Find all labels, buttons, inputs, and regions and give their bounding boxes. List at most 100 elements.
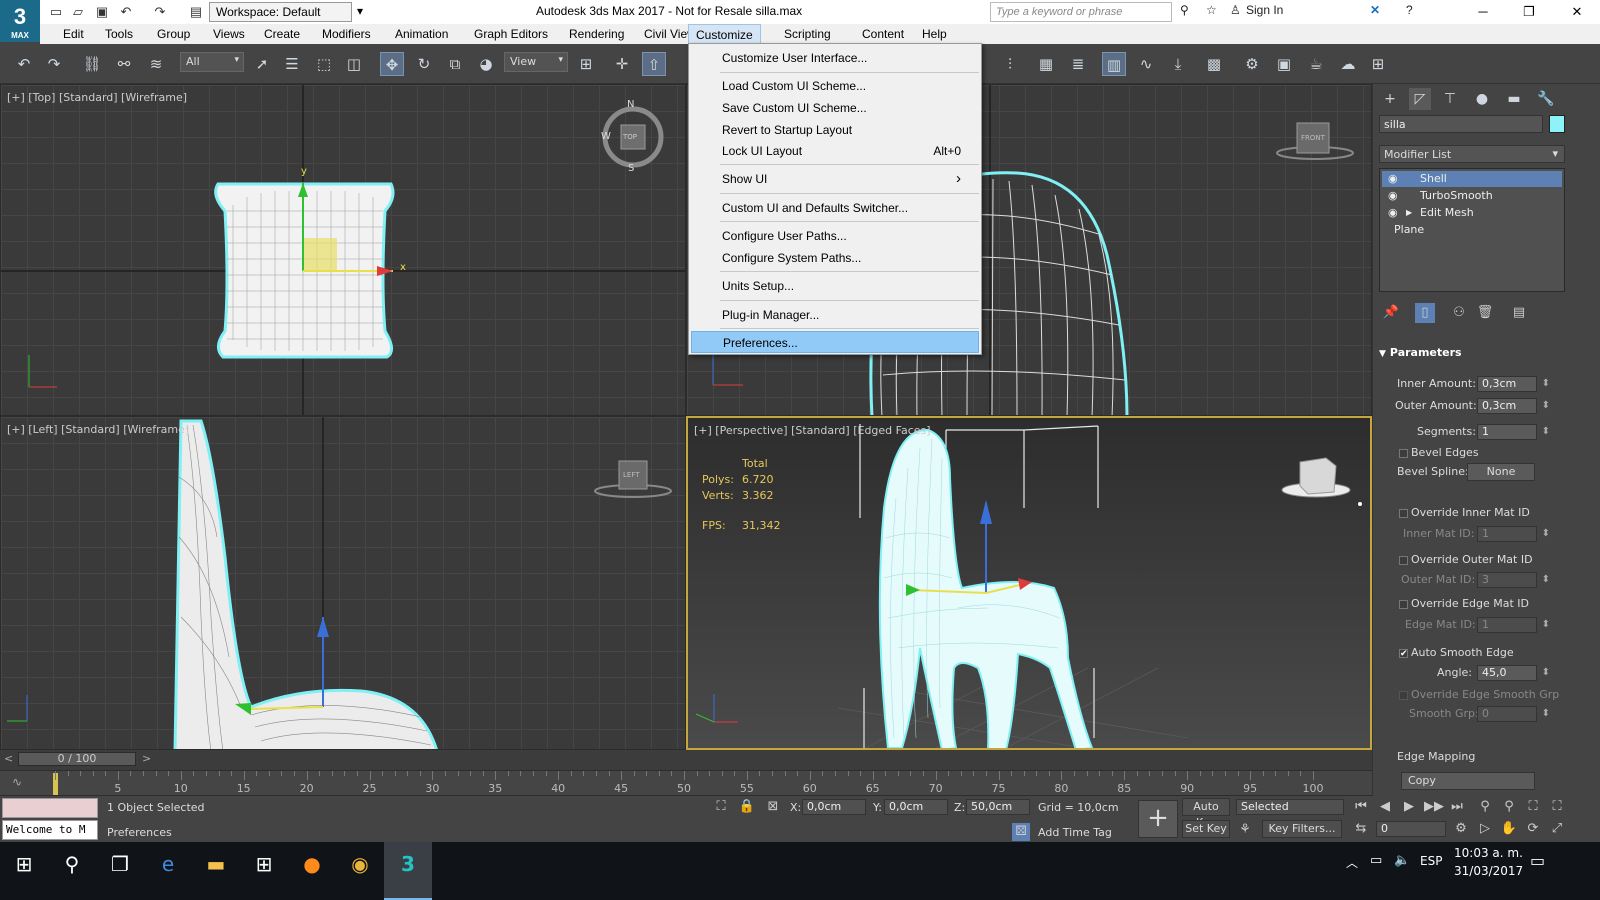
keyboard-shortcut-override-icon[interactable]: ⇧ bbox=[642, 52, 666, 76]
current-frame-field[interactable]: 0 bbox=[1376, 821, 1446, 837]
bind-space-warp-icon[interactable]: ≋ bbox=[144, 52, 168, 76]
curve-editor-icon[interactable]: ∿ bbox=[1134, 52, 1158, 76]
redo-icon[interactable]: ↷ bbox=[42, 52, 66, 76]
menu-customize[interactable]: Customize bbox=[688, 24, 761, 44]
rect-selection-icon[interactable]: ⬚ bbox=[312, 52, 336, 76]
menu-configure-user-paths[interactable]: Configure User Paths... bbox=[691, 225, 979, 247]
undo-icon[interactable]: ↶ bbox=[118, 4, 134, 20]
pan-icon[interactable]: ✋ bbox=[1500, 820, 1518, 838]
scale-icon[interactable]: ⧉ bbox=[443, 52, 467, 76]
key-filters-button[interactable]: Key Filters... bbox=[1262, 820, 1342, 838]
remove-modifier-icon[interactable]: 🗑 bbox=[1475, 303, 1495, 323]
zoom-extents-all-icon[interactable]: ⛶ bbox=[1548, 798, 1566, 816]
edge-browser-icon[interactable]: e bbox=[144, 842, 192, 900]
maximize-button[interactable]: ❐ bbox=[1506, 0, 1552, 24]
bevel-edges-checkbox[interactable] bbox=[1399, 449, 1408, 458]
render-frame-icon[interactable]: ▣ bbox=[1272, 52, 1296, 76]
viewport-top[interactable]: [+] [Top] [Standard] [Wireframe] x y N W… bbox=[0, 84, 686, 416]
previous-frame-icon[interactable]: ◀ bbox=[1376, 798, 1394, 816]
open-file-icon[interactable]: ▱ bbox=[70, 4, 86, 20]
render-online-icon[interactable]: ☁ bbox=[1336, 52, 1360, 76]
set-key-button[interactable]: Set Key bbox=[1182, 820, 1230, 838]
firefox-icon[interactable]: ● bbox=[288, 842, 336, 900]
menu-create[interactable]: Create bbox=[257, 24, 307, 44]
scene-explorer-icon[interactable]: ▦ bbox=[1034, 52, 1058, 76]
lock-selection-icon[interactable]: 🔒 bbox=[738, 798, 756, 816]
menu-customize-user-interface[interactable]: Customize User Interface... bbox=[691, 47, 979, 69]
move-icon[interactable]: ✥ bbox=[380, 52, 404, 76]
layer-explorer-icon[interactable]: ≣ bbox=[1066, 52, 1090, 76]
link-icon[interactable]: ⛓ bbox=[80, 52, 104, 76]
save-icon[interactable]: ▣ bbox=[94, 4, 110, 20]
menu-edit[interactable]: Edit bbox=[56, 24, 91, 44]
workspace-dropdown[interactable]: Workspace: Default bbox=[209, 2, 363, 22]
place-icon[interactable]: ◕ bbox=[474, 52, 498, 76]
menu-animation[interactable]: Animation bbox=[388, 24, 455, 44]
time-prev-icon[interactable]: < bbox=[4, 752, 13, 765]
absolute-mode-icon[interactable]: ⊠ bbox=[764, 798, 782, 816]
select-manipulate-icon[interactable]: ✛ bbox=[610, 52, 634, 76]
menu-tools[interactable]: Tools bbox=[98, 24, 140, 44]
stack-item-edit-mesh[interactable]: ◉ ▶ Edit Mesh bbox=[1382, 205, 1562, 221]
viewport-label[interactable]: [+] [Perspective] [Standard] [Edged Face… bbox=[694, 424, 931, 437]
chrome-icon[interactable]: ◉ bbox=[336, 842, 384, 900]
volume-icon[interactable]: 🔈 bbox=[1394, 853, 1410, 868]
bevel-spline-button[interactable]: None bbox=[1467, 463, 1535, 481]
go-to-start-icon[interactable]: ⏮ bbox=[1352, 798, 1370, 816]
render-production-icon[interactable]: ☕ bbox=[1304, 52, 1328, 76]
stack-item-turbosmooth[interactable]: ◉ TurboSmooth bbox=[1382, 188, 1562, 204]
pin-stack-icon[interactable]: 📌 bbox=[1381, 303, 1401, 323]
utilities-tab-icon[interactable]: 🔧 bbox=[1535, 88, 1557, 110]
angle-spinner[interactable]: 45,0 bbox=[1477, 665, 1550, 681]
select-by-name-icon[interactable]: ☰ bbox=[280, 52, 304, 76]
viewcube-left[interactable]: LEFT bbox=[623, 471, 640, 479]
play-icon[interactable]: ▶ bbox=[1400, 798, 1418, 816]
segments-spinner[interactable]: 1 bbox=[1477, 424, 1550, 440]
ribbon-icon[interactable]: ▥ bbox=[1102, 52, 1126, 76]
curve-editor-mini-icon[interactable]: ∿ bbox=[12, 775, 22, 789]
menu-help[interactable]: Help bbox=[915, 24, 954, 44]
orbit-icon[interactable]: ⟳ bbox=[1524, 820, 1542, 838]
maximize-viewport-icon[interactable]: ⤢ bbox=[1548, 820, 1566, 838]
key-mode-dropdown[interactable]: Selected bbox=[1236, 799, 1344, 815]
store-icon[interactable]: ⊞ bbox=[240, 842, 288, 900]
material-editor-icon[interactable]: ▩ bbox=[1202, 52, 1226, 76]
star-icon[interactable]: ☆ bbox=[1206, 3, 1217, 17]
x-coordinate-field[interactable]: 0,0cm bbox=[802, 799, 866, 815]
stack-item-shell[interactable]: ◉ Shell bbox=[1382, 171, 1562, 187]
menu-custom-ui-defaults-switcher[interactable]: Custom UI and Defaults Switcher... bbox=[691, 197, 979, 219]
viewcube-top[interactable]: TOP bbox=[623, 133, 637, 141]
menu-units-setup[interactable]: Units Setup... bbox=[691, 275, 979, 297]
undo-icon[interactable]: ↶ bbox=[12, 52, 36, 76]
menu-load-custom-ui-scheme[interactable]: Load Custom UI Scheme... bbox=[691, 75, 979, 97]
a360-gallery-icon[interactable]: ⊞ bbox=[1366, 52, 1390, 76]
menu-save-custom-ui-scheme[interactable]: Save Custom UI Scheme... bbox=[691, 97, 979, 119]
file-explorer-icon[interactable]: ▬ bbox=[192, 842, 240, 900]
object-name-field[interactable]: silla bbox=[1379, 115, 1543, 133]
binoculars-icon[interactable]: ⚲ bbox=[1180, 3, 1189, 17]
go-to-end-icon[interactable]: ⏭ bbox=[1448, 798, 1466, 816]
eye-icon[interactable]: ◉ bbox=[1388, 205, 1398, 221]
make-unique-icon[interactable]: ⚇ bbox=[1449, 303, 1469, 323]
override-inner-mat-checkbox[interactable] bbox=[1399, 509, 1408, 518]
show-end-result-icon[interactable]: ▯ bbox=[1415, 303, 1435, 323]
configure-modifier-sets-icon[interactable]: ▤ bbox=[1509, 303, 1529, 323]
timeline-track[interactable]: ∿ 5 10 15 20 25 30 35 40 45 50 55 60 65 70 75 80 85 90 95 1… bbox=[0, 770, 1372, 796]
modifier-list-dropdown[interactable]: Modifier List bbox=[1379, 145, 1565, 163]
new-file-icon[interactable]: ▭ bbox=[48, 4, 64, 20]
key-mode-toggle-icon[interactable]: ⇆ bbox=[1352, 820, 1370, 838]
menu-modifiers[interactable]: Modifiers bbox=[315, 24, 378, 44]
auto-smooth-edge-checkbox[interactable]: ✔ bbox=[1399, 649, 1408, 659]
select-object-icon[interactable]: ➚ bbox=[250, 52, 274, 76]
override-edge-smooth-checkbox[interactable] bbox=[1399, 691, 1408, 700]
menu-rendering[interactable]: Rendering bbox=[562, 24, 631, 44]
align-icon[interactable]: ⫶ bbox=[998, 52, 1022, 76]
menu-preferences[interactable]: Preferences... bbox=[691, 331, 979, 353]
project-folder-icon[interactable]: ▤ bbox=[188, 4, 204, 20]
outer-amount-spinner[interactable]: 0,3cm bbox=[1477, 398, 1550, 414]
redo-icon[interactable]: ↷ bbox=[152, 4, 168, 20]
rollout-parameters[interactable]: ▼ Parameters bbox=[1379, 346, 1565, 359]
next-frame-icon[interactable]: ▶▶ bbox=[1424, 798, 1444, 816]
time-config-icon[interactable]: ⚙ bbox=[1452, 820, 1470, 838]
menu-lock-ui-layout[interactable]: Lock UI Layout Alt+0 bbox=[691, 140, 979, 162]
